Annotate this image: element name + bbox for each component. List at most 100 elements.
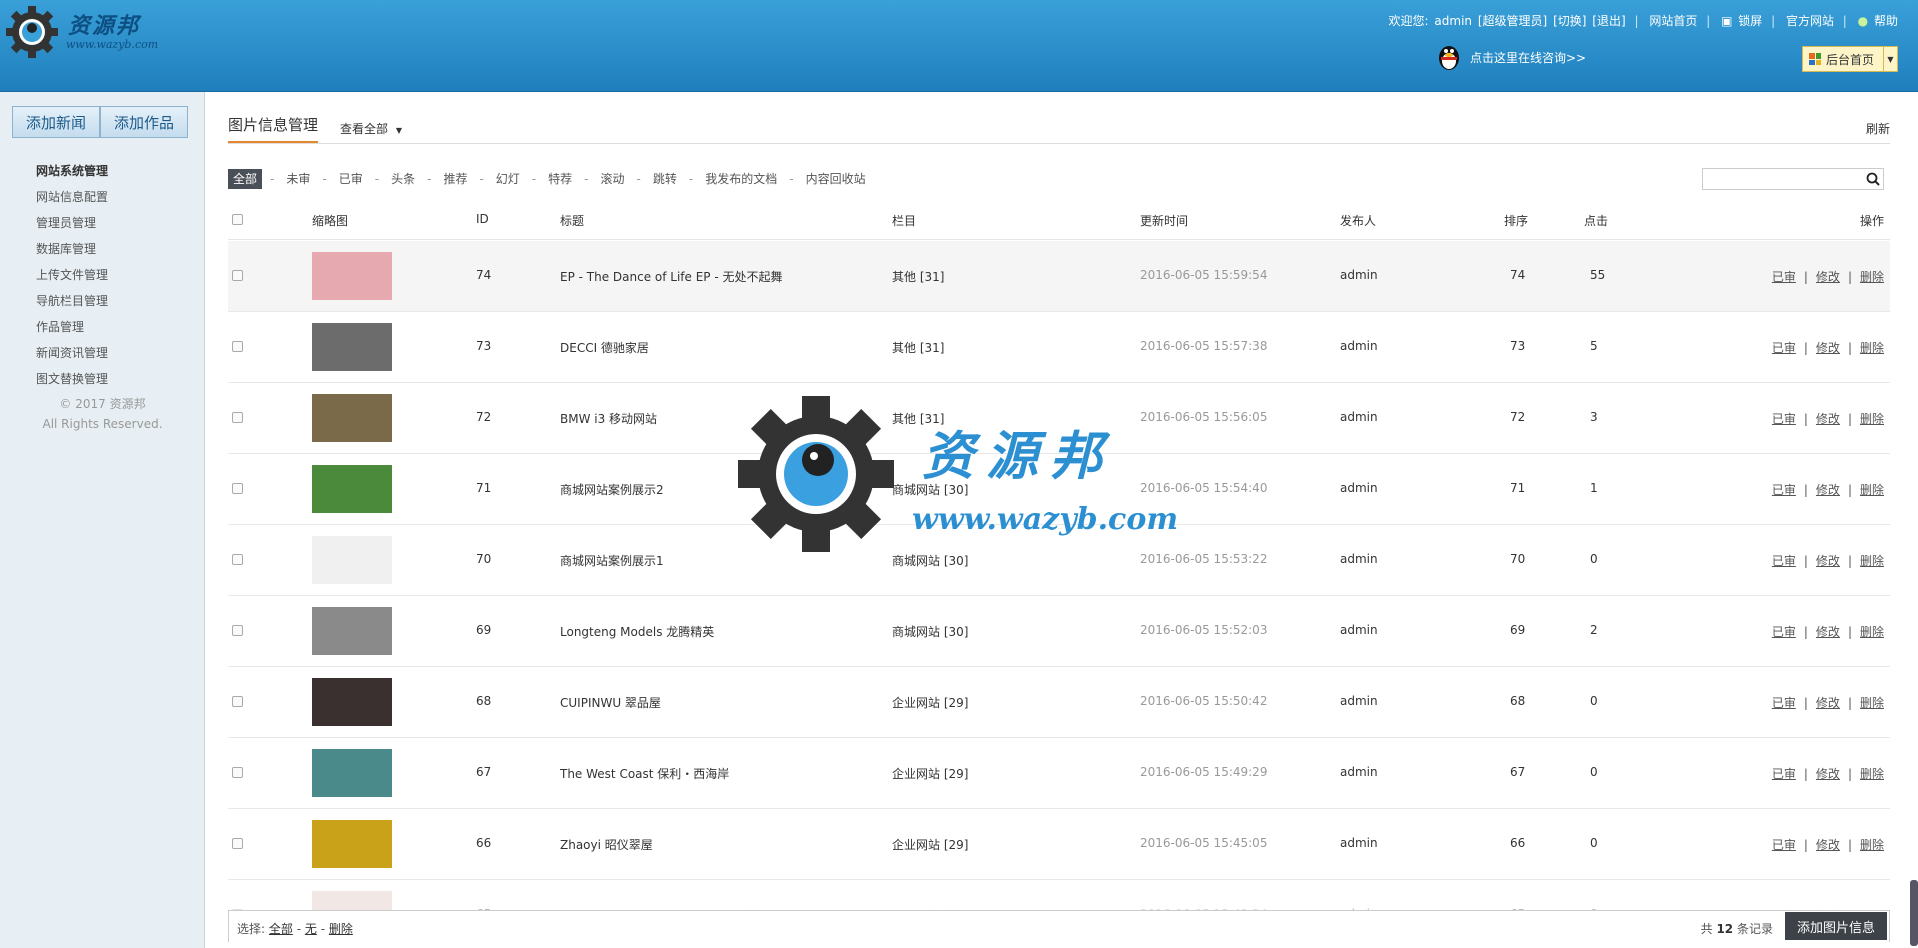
qq-consult[interactable]: 点击这里在线咨询>> <box>1436 42 1586 72</box>
select-none-link[interactable]: 无 <box>305 922 317 936</box>
cell-title: 商城网站案例展示1 <box>560 554 664 568</box>
total-suffix: 条记录 <box>1736 922 1773 936</box>
cell-clicks: 3 <box>1590 410 1598 424</box>
edit-link[interactable]: 修改 <box>1816 838 1840 852</box>
sidebar-item-news[interactable]: 新闻资讯管理 <box>36 340 108 366</box>
thumbnail-image[interactable] <box>312 607 392 655</box>
sidebar-item-replace[interactable]: 图文替换管理 <box>36 366 108 392</box>
thumbnail-image[interactable] <box>312 465 392 513</box>
thumbnail-image[interactable] <box>312 536 392 584</box>
edit-link[interactable]: 修改 <box>1816 554 1840 568</box>
filter-headline[interactable]: 头条 <box>387 169 419 189</box>
search-input[interactable] <box>1702 168 1884 190</box>
edit-link[interactable]: 修改 <box>1816 767 1840 781</box>
col-updated: 更新时间 <box>1140 214 1189 228</box>
delete-link[interactable]: 删除 <box>1860 767 1884 781</box>
thumbnail-image[interactable] <box>312 749 392 797</box>
filter-recommend[interactable]: 推荐 <box>439 169 471 189</box>
lock-screen-link[interactable]: 锁屏 <box>1738 14 1762 28</box>
approved-link[interactable]: 已审 <box>1772 767 1796 781</box>
thumbnail-image[interactable] <box>312 678 392 726</box>
delete-link[interactable]: 删除 <box>1860 696 1884 710</box>
approved-link[interactable]: 已审 <box>1772 412 1796 426</box>
col-ops: 操作 <box>1859 214 1884 228</box>
cell-sort: 69 <box>1510 623 1526 637</box>
edit-link[interactable]: 修改 <box>1816 483 1840 497</box>
thumbnail-image[interactable] <box>312 323 392 371</box>
delete-link[interactable]: 删除 <box>1860 838 1884 852</box>
row-checkbox[interactable] <box>232 270 243 281</box>
filter-special[interactable]: 特荐 <box>544 169 576 189</box>
qq-consult-label: 点击这里在线咨询>> <box>1470 50 1587 65</box>
cell-id: 70 <box>476 552 492 566</box>
switch-link[interactable]: [切换] <box>1553 14 1586 28</box>
sidebar-item-site-config[interactable]: 网站信息配置 <box>36 184 108 210</box>
cell-author: admin <box>1340 765 1378 779</box>
cell-clicks: 55 <box>1590 268 1606 282</box>
help-link[interactable]: 帮助 <box>1874 14 1898 28</box>
edit-link[interactable]: 修改 <box>1816 625 1840 639</box>
approved-link[interactable]: 已审 <box>1772 554 1796 568</box>
edit-link[interactable]: 修改 <box>1816 412 1840 426</box>
row-checkbox[interactable] <box>232 767 243 778</box>
thumbnail-image[interactable] <box>312 820 392 868</box>
thumbnail-image[interactable] <box>312 394 392 442</box>
refresh-link[interactable]: 刷新 <box>1866 120 1890 137</box>
row-checkbox[interactable] <box>232 483 243 494</box>
select-all-checkbox[interactable] <box>232 214 243 225</box>
delete-link[interactable]: 删除 <box>1860 341 1884 355</box>
filter-scroll[interactable]: 滚动 <box>597 169 629 189</box>
row-checkbox[interactable] <box>232 554 243 565</box>
approved-link[interactable]: 已审 <box>1772 838 1796 852</box>
edit-link[interactable]: 修改 <box>1816 270 1840 284</box>
filter-all[interactable]: 全部 <box>228 169 263 189</box>
filter-recycle[interactable]: 内容回收站 <box>802 169 870 189</box>
delete-link[interactable]: 删除 <box>1860 625 1884 639</box>
role-link[interactable]: [超级管理员] <box>1478 14 1547 28</box>
sidebar-item-database[interactable]: 数据库管理 <box>36 236 108 262</box>
approved-link[interactable]: 已审 <box>1772 341 1796 355</box>
bulk-delete-link[interactable]: 删除 <box>329 922 353 936</box>
delete-link[interactable]: 删除 <box>1860 412 1884 426</box>
thumbnail-image[interactable] <box>312 252 392 300</box>
add-image-info-button[interactable]: 添加图片信息 <box>1785 912 1887 940</box>
row-checkbox[interactable] <box>232 838 243 849</box>
approved-link[interactable]: 已审 <box>1772 696 1796 710</box>
sidebar-item-nav[interactable]: 导航栏目管理 <box>36 288 108 314</box>
select-all-link[interactable]: 全部 <box>269 922 293 936</box>
sidebar-item-system[interactable]: 网站系统管理 <box>36 158 108 184</box>
monitor-icon: ▣ <box>1721 14 1733 28</box>
backend-home-select[interactable]: 后台首页 ▼ <box>1802 46 1898 72</box>
sidebar-item-uploads[interactable]: 上传文件管理 <box>36 262 108 288</box>
filter-slide[interactable]: 幻灯 <box>492 169 524 189</box>
official-site-link[interactable]: 官方网站 <box>1786 14 1834 28</box>
site-home-link[interactable]: 网站首页 <box>1649 14 1697 28</box>
filter-approved[interactable]: 已审 <box>335 169 367 189</box>
edit-link[interactable]: 修改 <box>1816 341 1840 355</box>
filter-mine[interactable]: 我发布的文档 <box>701 169 781 189</box>
scrollbar[interactable] <box>1910 880 1918 946</box>
filter-pending[interactable]: 未审 <box>282 169 314 189</box>
delete-link[interactable]: 删除 <box>1860 483 1884 497</box>
row-actions: 已审|修改|删除 <box>1771 696 1884 710</box>
add-work-button[interactable]: 添加作品 <box>100 106 188 138</box>
cell-sort: 67 <box>1510 765 1526 779</box>
edit-link[interactable]: 修改 <box>1816 696 1840 710</box>
row-checkbox[interactable] <box>232 625 243 636</box>
row-checkbox[interactable] <box>232 341 243 352</box>
approved-link[interactable]: 已审 <box>1772 625 1796 639</box>
table-row: 66 Zhaoyi 昭仪翠屋 企业网站 [29] 2016-06-05 15:45:0… <box>228 809 1890 880</box>
filter-redirect[interactable]: 跳转 <box>649 169 681 189</box>
row-checkbox[interactable] <box>232 696 243 707</box>
sidebar-item-works[interactable]: 作品管理 <box>36 314 108 340</box>
delete-link[interactable]: 删除 <box>1860 270 1884 284</box>
add-news-button[interactable]: 添加新闻 <box>12 106 100 138</box>
sidebar-item-admins[interactable]: 管理员管理 <box>36 210 108 236</box>
delete-link[interactable]: 删除 <box>1860 554 1884 568</box>
approved-link[interactable]: 已审 <box>1772 270 1796 284</box>
approved-link[interactable]: 已审 <box>1772 483 1796 497</box>
row-checkbox[interactable] <box>232 412 243 423</box>
search-icon[interactable] <box>1866 172 1880 186</box>
logout-link[interactable]: [退出] <box>1592 14 1625 28</box>
view-all-dropdown[interactable]: 查看全部 ▼ <box>340 120 402 137</box>
